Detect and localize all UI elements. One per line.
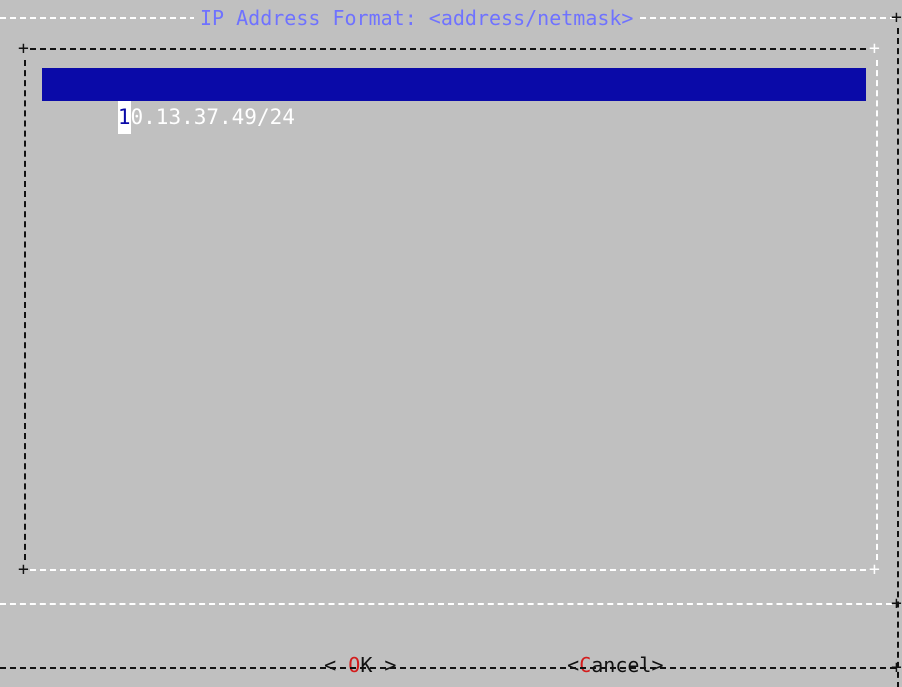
list-top-right-corner: +: [869, 38, 880, 59]
list-bottom-border: [30, 569, 866, 571]
dialog-bottom-border: [0, 667, 896, 669]
button-area-top-border: [0, 603, 892, 605]
ncurses-dialog-screen: + IP Address Format: <address/netmask> +…: [0, 0, 902, 687]
list-right-border: [876, 60, 878, 560]
ok-button-hotkey: O: [348, 653, 361, 677]
address-list[interactable]: 10.13.37.49/24: [30, 60, 870, 560]
cancel-button-hotkey: C: [579, 653, 592, 677]
ok-button[interactable]: < OK >: [276, 620, 396, 677]
list-bottom-right-corner: +: [869, 559, 880, 580]
list-top-left-corner: +: [18, 38, 29, 59]
list-left-border: [24, 60, 26, 560]
cancel-button-rest: ancel>: [591, 653, 664, 677]
address-list-item[interactable]: 10.13.37.49/24: [42, 68, 866, 134]
text-cursor: 1: [117, 101, 131, 134]
dialog-right-border: [897, 28, 899, 687]
list-bottom-left-corner: +: [18, 559, 29, 580]
list-top-border: [30, 48, 866, 50]
dialog-top-right-corner: +: [891, 7, 902, 28]
cancel-button-left: <: [567, 653, 580, 677]
cancel-button[interactable]: <Cancel>: [519, 620, 663, 677]
button-area-top-right-corner: +: [891, 593, 902, 614]
address-value: 0.13.37.49/24: [130, 105, 295, 129]
dialog-bottom-right-corner: +: [891, 657, 902, 678]
ok-button-left: <: [324, 653, 349, 677]
ok-button-rest: K >: [360, 653, 397, 677]
dialog-title: IP Address Format: <address/netmask>: [194, 6, 640, 30]
